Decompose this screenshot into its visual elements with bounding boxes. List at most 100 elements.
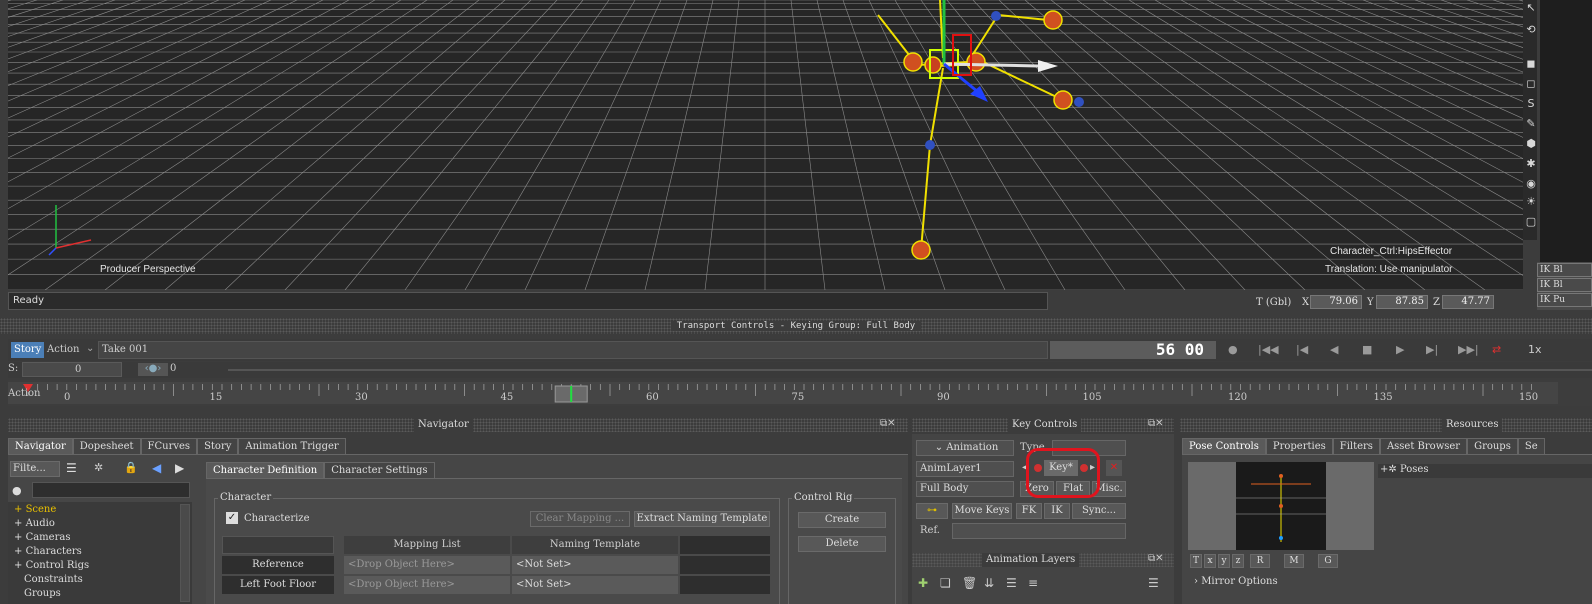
list-view-icon[interactable]: ☰ (66, 461, 77, 475)
next-key-icon[interactable]: ▶| (1426, 343, 1438, 357)
fk-button[interactable]: FK (1016, 503, 1042, 519)
tab-pose-controls[interactable]: Pose Controls (1182, 438, 1266, 454)
axis-g-button[interactable]: G (1318, 554, 1338, 568)
tab-dopesheet[interactable]: Dopesheet (72, 438, 141, 454)
key-icon[interactable]: ⊶ (916, 503, 948, 519)
dock-close-icon[interactable]: ⧉✕ (880, 418, 896, 429)
tab-fcurves[interactable]: FCurves (140, 438, 198, 454)
stop-icon[interactable]: ■ (1362, 343, 1372, 357)
tree-item-scene[interactable]: + Scene (14, 503, 56, 517)
axis-x-button[interactable]: x (1204, 554, 1216, 568)
mirror-options[interactable]: › Mirror Options (1194, 576, 1278, 587)
create-rig-button[interactable]: Create (798, 512, 886, 528)
lock-icon[interactable]: 🔒 (124, 461, 138, 474)
ik-row[interactable]: IK Bl (1537, 263, 1592, 277)
arrow-left-icon[interactable]: ◀ (152, 461, 161, 475)
timeline-ruler[interactable] (8, 380, 1558, 406)
frame-counter[interactable]: 56 00 (1050, 341, 1216, 359)
record-icon[interactable]: ● (1228, 343, 1238, 357)
move-keys-button[interactable]: Move Keys (952, 503, 1012, 519)
trash-icon[interactable]: 🗑 (962, 576, 977, 590)
tree-item-audio[interactable]: + Audio (14, 517, 55, 531)
drop-object-slot[interactable]: <Drop Object Here> (344, 576, 510, 594)
sync-button[interactable]: Sync... (1072, 503, 1126, 519)
rotate-icon[interactable]: ⟲ (1525, 24, 1537, 36)
x-coordinate-field[interactable]: 79.06 (1310, 295, 1362, 309)
3d-viewport[interactable]: Producer Perspective Character_Ctrl:Hips… (8, 0, 1523, 290)
story-tab[interactable]: Story (11, 342, 45, 358)
tree-item-cameras[interactable]: + Cameras (14, 531, 70, 545)
body-part-dropdown[interactable]: Full Body (916, 481, 1014, 497)
axis-t-button[interactable]: T (1190, 554, 1202, 568)
goto-start-icon[interactable]: |◀◀ (1258, 343, 1279, 357)
layers-stack-icon[interactable]: ≡ (1028, 576, 1038, 590)
tab-groups[interactable]: Groups (1467, 438, 1518, 454)
tab-character-settings[interactable]: Character Settings (324, 462, 435, 478)
layer-dropdown[interactable]: AnimLayer1 (916, 461, 1014, 477)
tree-item-characters[interactable]: + Characters (14, 545, 82, 559)
naming-template-cell[interactable]: <Not Set> (512, 556, 678, 574)
tab-properties[interactable]: Properties (1265, 438, 1333, 454)
character-skeleton[interactable] (8, 0, 1523, 290)
cube-icon[interactable]: ◼ (1525, 58, 1537, 70)
cube-alt-icon[interactable]: ◻ (1525, 78, 1537, 90)
menu-icon[interactable]: ☰ (1148, 576, 1159, 590)
add-layer-icon[interactable]: ✚ (918, 576, 928, 590)
ref-dropdown[interactable] (952, 523, 1126, 539)
axis-z-button[interactable]: z (1232, 554, 1244, 568)
select-arrow-icon[interactable]: ↖ (1525, 2, 1537, 14)
ik-row[interactable]: IK Bl (1537, 278, 1592, 292)
ik-button[interactable]: IK (1044, 503, 1070, 519)
range-track[interactable] (228, 369, 1592, 371)
tab-navigator[interactable]: Navigator (8, 438, 73, 454)
axis-y-button[interactable]: y (1218, 554, 1230, 568)
loop-icon[interactable]: ⇄ (1492, 343, 1501, 357)
start-frame-field[interactable]: 0 (22, 362, 122, 377)
poses-folder[interactable]: +✲ Poses (1380, 464, 1428, 475)
step-back-icon[interactable]: ◀ (1330, 343, 1338, 357)
play-icon[interactable]: ▶ (1396, 343, 1404, 357)
dock-close-icon[interactable]: ⧉✕ (1148, 418, 1164, 429)
tab-story[interactable]: Story (197, 438, 239, 454)
tree-item-groups[interactable]: Groups (24, 587, 61, 601)
tab-animation-trigger[interactable]: Animation Trigger (238, 438, 346, 454)
range-handle-icon[interactable]: ‹●› (138, 363, 168, 376)
tab-asset-browser[interactable]: Asset Browser (1379, 438, 1468, 454)
end-frame-field[interactable]: 0 (170, 363, 176, 374)
naming-template-cell[interactable]: <Not Set> (512, 576, 678, 594)
frame-icon[interactable]: ▢ (1525, 216, 1537, 228)
playback-speed[interactable]: 1x (1528, 343, 1542, 357)
animation-dropdown[interactable]: ⌄ Animation (916, 440, 1014, 456)
filter-dropdown[interactable]: Filte... (10, 461, 60, 477)
brush-icon[interactable]: ✎ (1525, 118, 1537, 130)
delete-rig-button[interactable]: Delete (798, 536, 886, 552)
dock-close-icon[interactable]: ⧉✕ (1148, 553, 1164, 564)
goto-end-icon[interactable]: ▶▶| (1458, 343, 1479, 357)
characterize-checkbox[interactable]: ✓ (226, 512, 238, 524)
tree-item-constraints[interactable]: Constraints (24, 573, 83, 587)
z-coordinate-field[interactable]: 47.77 (1442, 295, 1494, 309)
ik-row[interactable]: IK Pu (1537, 293, 1592, 307)
arrow-right-icon[interactable]: ▶ (175, 461, 184, 475)
axis-m-button[interactable]: M (1284, 554, 1304, 568)
skeleton-icon[interactable]: ✱ (1525, 158, 1537, 170)
take-selector[interactable]: Take 001 (98, 341, 1048, 359)
path-icon[interactable]: S (1525, 98, 1537, 110)
delete-key-icon[interactable]: ✕ (1106, 460, 1122, 476)
extract-naming-template-button[interactable]: Extract Naming Template (634, 511, 770, 527)
tab-character-definition[interactable]: Character Definition (206, 462, 325, 478)
chevron-down-icon[interactable]: ⌄ (86, 343, 94, 354)
tab-settings[interactable]: Se (1517, 438, 1545, 454)
merge-icon[interactable]: ⇊ (984, 576, 994, 590)
hexagon-icon[interactable]: ⬢ (1525, 138, 1537, 150)
duplicate-layer-icon[interactable]: ❏ (940, 576, 951, 590)
search-input[interactable] (32, 482, 190, 498)
tree-item-control-rigs[interactable]: + Control Rigs (14, 559, 89, 573)
clear-mapping-button[interactable]: Clear Mapping ... (530, 511, 630, 527)
action-tab[interactable]: Action (44, 342, 83, 358)
wizard-icon[interactable]: ✲ (94, 461, 103, 474)
light-icon[interactable]: ☀ (1525, 196, 1537, 208)
drop-object-slot[interactable]: <Drop Object Here> (344, 556, 510, 574)
axis-r-button[interactable]: R (1250, 554, 1270, 568)
y-coordinate-field[interactable]: 87.85 (1376, 295, 1428, 309)
